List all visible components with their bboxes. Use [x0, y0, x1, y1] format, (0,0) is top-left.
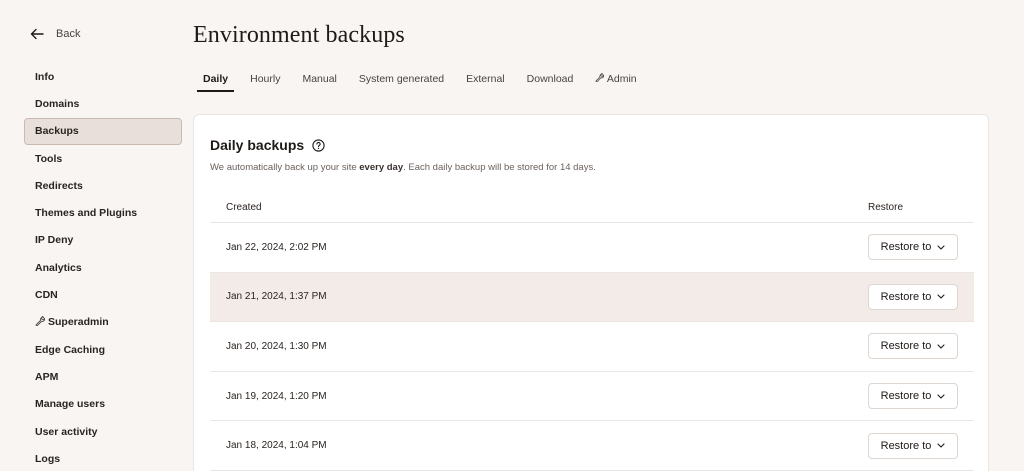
sidebar-item-label: Logs	[35, 452, 61, 465]
sidebar-item-backups[interactable]: Backups	[24, 117, 182, 145]
main-content: Environment backups Daily Hourly Manual …	[193, 0, 1024, 471]
sidebar-item-label: User activity	[35, 425, 98, 438]
chevron-down-icon	[937, 342, 945, 350]
sidebar-item-edge-caching[interactable]: Edge Caching	[24, 336, 182, 363]
sidebar-item-label: Themes and Plugins	[35, 207, 138, 220]
wrench-icon	[595, 73, 607, 84]
sidebar-item-label: CDN	[35, 289, 58, 302]
restore-label: Restore to	[880, 241, 932, 254]
backup-created-date: Jan 19, 2024, 1:20 PM	[226, 390, 327, 402]
sidebar-item-apm[interactable]: APM	[24, 363, 182, 390]
backup-tabs: Daily Hourly Manual System generated Ext…	[197, 68, 653, 92]
sidebar-item-label: Edge Caching	[35, 343, 106, 356]
restore-label: Restore to	[880, 439, 932, 452]
sidebar-item-domains[interactable]: Domains	[24, 90, 182, 117]
tab-download[interactable]: Download	[521, 68, 580, 92]
restore-to-dropdown[interactable]: Restore to	[868, 333, 958, 360]
table-row: Jan 18, 2024, 1:04 PM Restore to	[210, 421, 974, 471]
tab-manual[interactable]: Manual	[296, 68, 342, 92]
tab-label: Admin	[606, 73, 637, 85]
sidebar-nav: Info Domains Backups Tools Redirects The…	[24, 63, 182, 471]
table-header: Created Restore	[210, 193, 974, 223]
restore-label: Restore to	[880, 390, 932, 403]
tab-label: Download	[526, 73, 574, 85]
sidebar-item-label: Analytics	[35, 261, 82, 274]
backups-table: Created Restore Jan 22, 2024, 2:02 PM Re…	[210, 193, 974, 471]
desc-emphasis: every day	[359, 162, 404, 173]
sidebar-item-label: APM	[35, 370, 59, 383]
tab-label: Daily	[203, 73, 229, 85]
sidebar-item-logs[interactable]: Logs	[24, 445, 182, 471]
restore-to-dropdown[interactable]: Restore to	[868, 432, 958, 459]
restore-label: Restore to	[880, 290, 932, 303]
restore-to-dropdown[interactable]: Restore to	[868, 234, 958, 261]
app-root: Back Info Domains Backups Tools Redirect…	[0, 0, 1024, 471]
sidebar: Back Info Domains Backups Tools Redirect…	[0, 0, 190, 471]
sidebar-item-label: Superadmin	[48, 316, 109, 329]
sidebar-item-themes-and-plugins[interactable]: Themes and Plugins	[24, 199, 182, 226]
table-row: Jan 21, 2024, 1:37 PM Restore to	[210, 272, 974, 323]
card-description: We automatically back up your site every…	[210, 162, 596, 173]
table-row: Jan 22, 2024, 2:02 PM Restore to	[210, 223, 974, 273]
tab-admin[interactable]: Admin	[589, 68, 642, 92]
chevron-down-icon	[937, 392, 945, 400]
table-row: Jan 20, 2024, 1:30 PM Restore to	[210, 322, 974, 372]
help-icon[interactable]	[312, 138, 325, 152]
arrow-left-icon	[28, 25, 46, 43]
tab-hourly[interactable]: Hourly	[244, 68, 286, 92]
column-header-restore: Restore	[868, 202, 904, 213]
sidebar-item-label: Backups	[35, 125, 79, 138]
tab-label: External	[466, 73, 505, 85]
back-label: Back	[56, 28, 81, 40]
column-header-created: Created	[226, 202, 262, 213]
restore-to-dropdown[interactable]: Restore to	[868, 283, 958, 310]
card-header: Daily backups	[210, 137, 325, 153]
desc-text: We automatically back up your site	[210, 162, 360, 173]
sidebar-item-label: Domains	[35, 97, 80, 110]
backup-created-date: Jan 21, 2024, 1:37 PM	[226, 291, 327, 303]
chevron-down-icon	[937, 243, 945, 251]
backup-created-date: Jan 22, 2024, 2:02 PM	[226, 241, 327, 253]
card-title: Daily backups	[210, 137, 305, 153]
restore-label: Restore to	[880, 340, 932, 353]
sidebar-item-superadmin[interactable]: Superadmin	[24, 309, 182, 336]
chevron-down-icon	[937, 442, 945, 450]
sidebar-item-analytics[interactable]: Analytics	[24, 254, 182, 281]
backup-created-date: Jan 18, 2024, 1:04 PM	[226, 440, 327, 452]
sidebar-item-user-activity[interactable]: User activity	[24, 418, 182, 445]
sidebar-item-manage-users[interactable]: Manage users	[24, 391, 182, 418]
tab-daily[interactable]: Daily	[197, 68, 235, 92]
table-row: Jan 19, 2024, 1:20 PM Restore to	[210, 372, 974, 422]
sidebar-item-ip-deny[interactable]: IP Deny	[24, 227, 182, 254]
sidebar-item-label: Manage users	[35, 398, 106, 411]
sidebar-item-label: Tools	[35, 152, 63, 165]
sidebar-item-label: Redirects	[35, 179, 83, 192]
sidebar-item-info[interactable]: Info	[24, 63, 182, 90]
desc-text: . Each daily backup will be stored for 1…	[403, 162, 596, 173]
tab-label: Manual	[302, 73, 337, 85]
backup-created-date: Jan 20, 2024, 1:30 PM	[226, 340, 327, 352]
sidebar-item-label: Info	[35, 70, 55, 83]
sidebar-item-label: IP Deny	[35, 234, 74, 247]
sidebar-item-cdn[interactable]: CDN	[24, 281, 182, 308]
sidebar-item-redirects[interactable]: Redirects	[24, 172, 182, 199]
tab-system-generated[interactable]: System generated	[353, 68, 450, 92]
daily-backups-card: Daily backups We automatically back up y…	[193, 114, 989, 471]
page-title: Environment backups	[193, 22, 405, 48]
back-button[interactable]: Back	[28, 24, 80, 44]
restore-to-dropdown[interactable]: Restore to	[868, 383, 958, 410]
wrench-icon	[35, 316, 46, 328]
tab-external[interactable]: External	[460, 68, 511, 92]
chevron-down-icon	[937, 293, 945, 301]
tab-label: Hourly	[250, 73, 281, 85]
sidebar-item-tools[interactable]: Tools	[24, 145, 182, 172]
tab-label: System generated	[358, 73, 445, 85]
